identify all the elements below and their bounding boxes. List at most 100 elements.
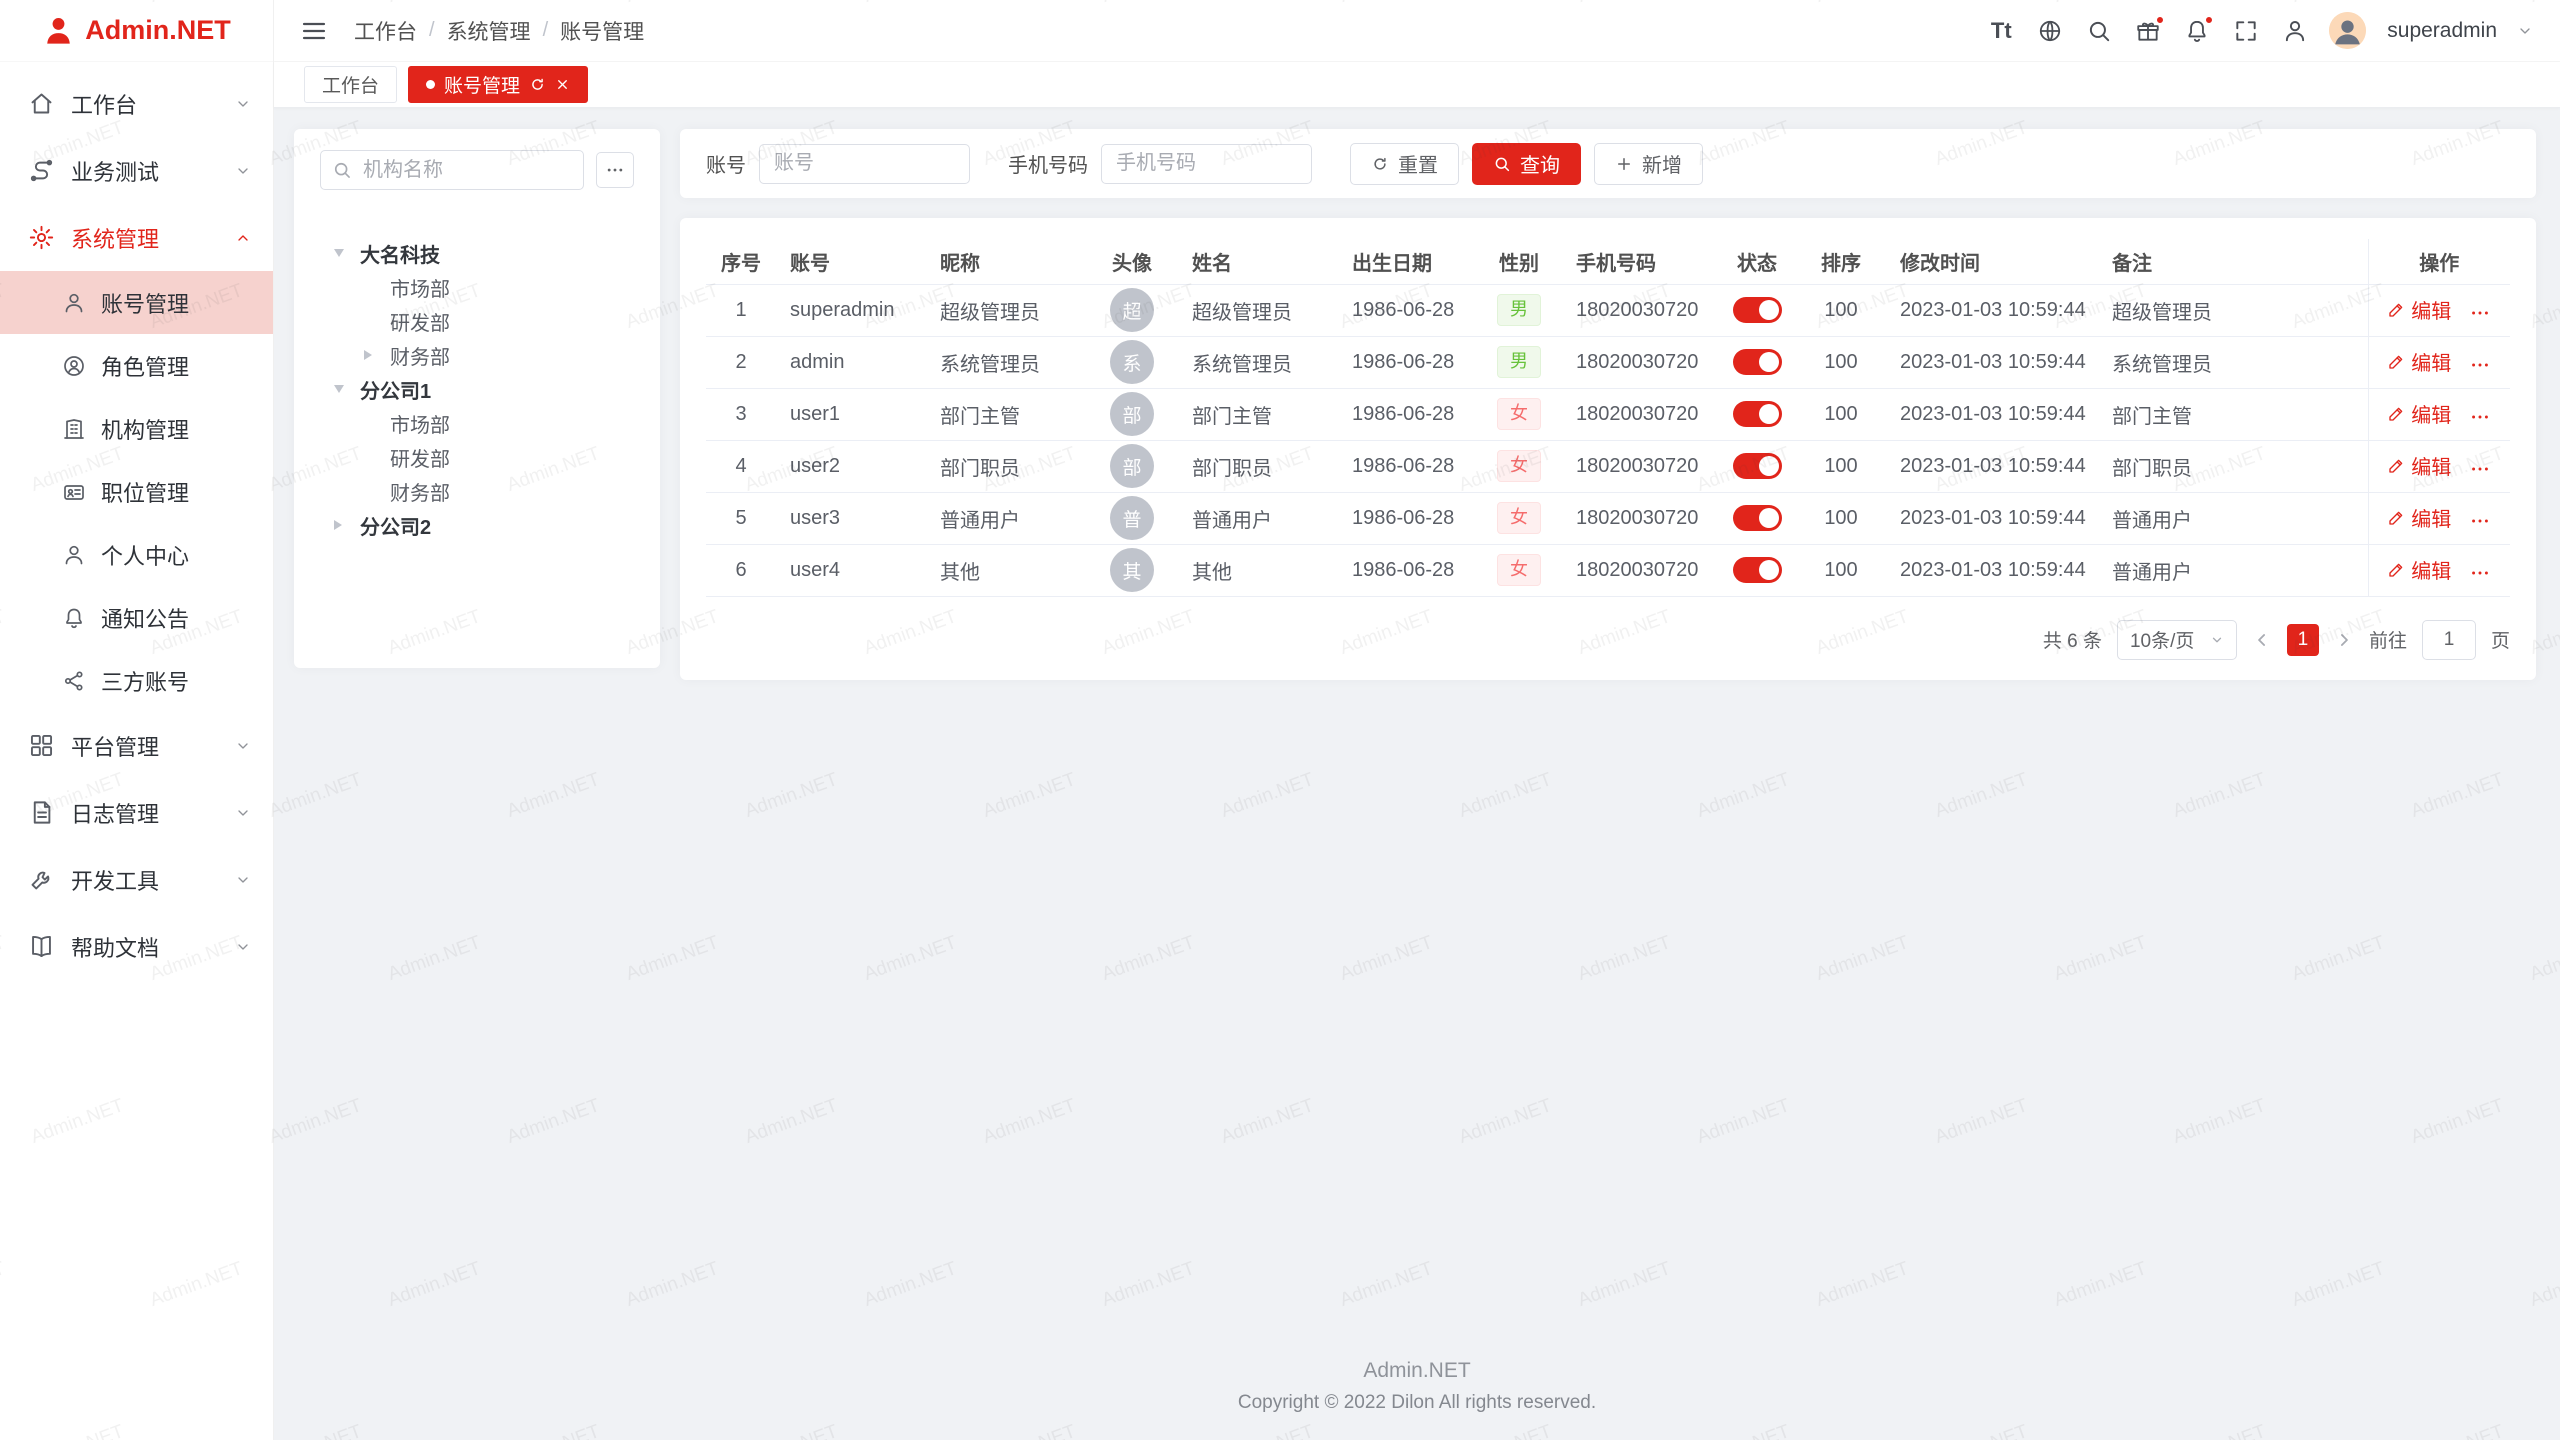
edit-button[interactable]: 编辑 [2387, 555, 2451, 584]
tree-node[interactable]: 大名科技 [320, 236, 634, 270]
status-toggle[interactable] [1733, 505, 1782, 531]
breadcrumb-item: 账号管理 [560, 16, 644, 46]
tree-node[interactable]: 市场部 [320, 406, 634, 440]
column-header: 出生日期 [1338, 239, 1476, 284]
edit-button[interactable]: 编辑 [2387, 503, 2451, 532]
sidebar-item-workbench[interactable]: 工作台 [0, 70, 273, 137]
sidebar-item-devtools[interactable]: 开发工具 [0, 846, 273, 913]
row-more-button[interactable] [2469, 406, 2491, 428]
page-size-select[interactable]: 10条/页 [2117, 620, 2237, 660]
tree-node[interactable]: 分公司2 [320, 508, 634, 542]
breadcrumb-item[interactable]: 工作台 [354, 16, 417, 46]
sidebar-item-label: 工作台 [71, 88, 137, 120]
tree-node[interactable]: 分公司1 [320, 372, 634, 406]
logo-bust-icon [42, 14, 75, 47]
tree-node[interactable]: 研发部 [320, 304, 634, 338]
sidebar-item-role-mgmt[interactable]: 角色管理 [0, 334, 273, 397]
avatar[interactable] [2329, 12, 2366, 49]
tab-label: 账号管理 [444, 71, 520, 98]
tree-node[interactable]: 财务部 [320, 338, 634, 372]
cell-modified-time: 2023-01-03 10:59:44 [1886, 492, 2098, 544]
row-more-button[interactable] [2469, 354, 2491, 376]
status-toggle[interactable] [1733, 557, 1782, 583]
org-more-button[interactable] [596, 152, 634, 188]
row-more-button[interactable] [2469, 302, 2491, 324]
row-avatar: 部 [1110, 444, 1154, 488]
bell-icon[interactable] [2182, 16, 2212, 46]
edit-button[interactable]: 编辑 [2387, 399, 2451, 428]
sidebar-item-business-test[interactable]: 业务测试 [0, 137, 273, 204]
tab-account-mgmt[interactable]: 账号管理 [408, 66, 588, 103]
sidebar-item-label: 平台管理 [71, 730, 159, 762]
sidebar-item-platform[interactable]: 平台管理 [0, 712, 273, 779]
app-title: Admin.NET [85, 15, 231, 46]
search-icon [332, 160, 352, 180]
fullscreen-icon[interactable] [2231, 16, 2261, 46]
row-more-button[interactable] [2469, 510, 2491, 532]
person-icon [62, 291, 86, 315]
row-more-button[interactable] [2469, 458, 2491, 480]
cell-phone: 18020030720 [1562, 336, 1718, 388]
cell-modified-time: 2023-01-03 10:59:44 [1886, 388, 2098, 440]
sidebar-item-help-docs[interactable]: 帮助文档 [0, 913, 273, 980]
hamburger-menu-icon[interactable] [300, 17, 328, 45]
edit-button[interactable]: 编辑 [2387, 347, 2451, 376]
status-toggle[interactable] [1733, 401, 1782, 427]
account-filter-input[interactable] [759, 144, 970, 184]
add-button[interactable]: 新增 [1594, 143, 1703, 185]
caret-right-icon [364, 350, 372, 360]
breadcrumb-item[interactable]: 系统管理 [447, 16, 531, 46]
org-search-input[interactable] [320, 150, 584, 190]
org-tree: 大名科技 市场部 研发部 财务部 分公司1 市场部 研发部 财务部 分公司2 [320, 236, 634, 542]
gender-badge: 女 [1497, 450, 1541, 482]
sidebar-item-label: 帮助文档 [71, 931, 159, 963]
home-icon [28, 90, 55, 117]
sidebar-item-label: 职位管理 [101, 476, 189, 508]
goto-page-input[interactable] [2422, 620, 2476, 660]
tree-node[interactable]: 研发部 [320, 440, 634, 474]
status-toggle[interactable] [1733, 453, 1782, 479]
edit-button[interactable]: 编辑 [2387, 295, 2451, 324]
font-size-icon[interactable]: Tt [1986, 16, 2016, 46]
username[interactable]: superadmin [2387, 19, 2497, 43]
share-nodes-icon [62, 669, 86, 693]
sidebar-item-logs[interactable]: 日志管理 [0, 779, 273, 846]
chevron-down-icon[interactable] [2516, 16, 2534, 46]
reset-button[interactable]: 重置 [1350, 143, 1459, 185]
status-toggle[interactable] [1733, 297, 1782, 323]
sidebar-item-position-mgmt[interactable]: 职位管理 [0, 460, 273, 523]
close-tab-icon[interactable] [555, 77, 570, 92]
caret-down-icon [334, 385, 344, 393]
user-icon[interactable] [2280, 16, 2310, 46]
cell-modified-time: 2023-01-03 10:59:44 [1886, 336, 2098, 388]
gift-icon[interactable] [2133, 16, 2163, 46]
sidebar-item-account-mgmt[interactable]: 账号管理 [0, 271, 273, 334]
sidebar-item-label: 角色管理 [101, 350, 189, 382]
footer-title: Admin.NET [274, 1359, 2560, 1383]
logo[interactable]: Admin.NET [0, 0, 273, 62]
cell-name: 系统管理员 [1178, 336, 1338, 388]
sidebar-item-notice[interactable]: 通知公告 [0, 586, 273, 649]
next-page-button[interactable] [2334, 630, 2354, 650]
cell-nickname: 超级管理员 [926, 284, 1086, 336]
sidebar-item-personal-center[interactable]: 个人中心 [0, 523, 273, 586]
tree-node-label: 研发部 [390, 443, 450, 472]
breadcrumb: 工作台 / 系统管理 / 账号管理 [354, 16, 644, 46]
globe-icon[interactable] [2035, 16, 2065, 46]
tree-node[interactable]: 财务部 [320, 474, 634, 508]
status-toggle[interactable] [1733, 349, 1782, 375]
edit-button[interactable]: 编辑 [2387, 451, 2451, 480]
prev-page-button[interactable] [2252, 630, 2272, 650]
tab-workbench[interactable]: 工作台 [304, 66, 397, 103]
sidebar-item-org-mgmt[interactable]: 机构管理 [0, 397, 273, 460]
sidebar-item-system[interactable]: 系统管理 [0, 204, 273, 271]
row-avatar: 超 [1110, 288, 1154, 332]
page-number-button[interactable]: 1 [2287, 624, 2319, 656]
refresh-tab-icon[interactable] [529, 76, 546, 93]
tree-node[interactable]: 市场部 [320, 270, 634, 304]
search-icon[interactable] [2084, 16, 2114, 46]
query-button[interactable]: 查询 [1472, 143, 1581, 185]
row-more-button[interactable] [2469, 562, 2491, 584]
sidebar-item-third-party-account[interactable]: 三方账号 [0, 649, 273, 712]
phone-filter-input[interactable] [1101, 144, 1312, 184]
